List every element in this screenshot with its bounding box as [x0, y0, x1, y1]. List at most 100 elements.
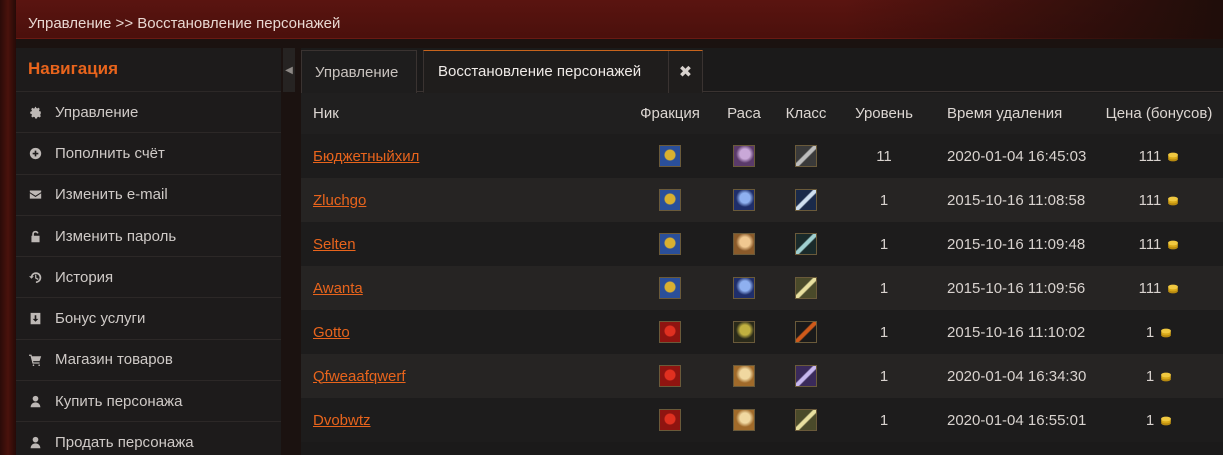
sidebar-item-topup[interactable]: Пополнить счёт	[16, 133, 281, 175]
sidebar-item-manage[interactable]: Управление	[16, 92, 281, 134]
cell-price: 111	[1095, 178, 1223, 222]
cell-race	[715, 134, 773, 178]
main-panel: Управление Восстановление персонажей ✖ Н…	[301, 48, 1223, 455]
cell-race	[715, 398, 773, 442]
cell-nick: Qfweaafqwerf	[301, 354, 625, 398]
death-knight-class-icon	[795, 321, 817, 343]
sidebar-item-shop[interactable]: Магазин товаров	[16, 340, 281, 382]
cell-deleted-time: 2015-10-16 11:08:58	[929, 178, 1095, 222]
draenei-male-race-icon	[733, 189, 755, 211]
sidebar-item-sell-character[interactable]: Продать персонажа	[16, 422, 281, 455]
sidebar-title: Навигация	[16, 48, 281, 92]
cell-level: 11	[839, 134, 929, 178]
draenei-male-race-icon	[733, 277, 755, 299]
blood-elf-female-race-icon	[733, 365, 755, 387]
alliance-faction-icon	[659, 145, 681, 167]
character-link[interactable]: Awanta	[313, 280, 363, 297]
cell-nick: Zluchgo	[301, 178, 625, 222]
cell-deleted-time: 2015-10-16 11:10:02	[929, 310, 1095, 354]
rogue-class-icon	[795, 189, 817, 211]
price-value: 1	[1145, 411, 1155, 429]
coins-icon	[1168, 284, 1179, 293]
coins-icon	[1168, 196, 1179, 205]
header-faction: Фракция	[625, 93, 715, 134]
cell-nick: Бюджетныйхил	[301, 134, 625, 178]
user-icon	[28, 394, 42, 408]
sidebar-item-history[interactable]: История	[16, 257, 281, 299]
close-tab-button[interactable]: ✖	[668, 51, 702, 93]
cell-deleted-time: 2015-10-16 11:09:56	[929, 266, 1095, 310]
header-level: Уровень	[839, 93, 929, 134]
table-row: Selten 1 2015-10-16 11:09:48 111	[301, 222, 1223, 266]
coins-icon	[1168, 152, 1179, 161]
sidebar-item-label: Управление	[55, 103, 139, 121]
cell-level: 1	[839, 178, 929, 222]
table-header-row: Ник Фракция Раса Класс Уровень Время уда…	[301, 93, 1223, 134]
cell-nick: Gotto	[301, 310, 625, 354]
sidebar-item-label: Пополнить счёт	[55, 144, 165, 162]
cell-faction	[625, 398, 715, 442]
unlock-icon	[28, 229, 42, 243]
plus-circle-icon	[28, 146, 42, 160]
cell-faction	[625, 266, 715, 310]
cell-class	[773, 354, 839, 398]
tab-label: Управление	[315, 63, 399, 81]
cell-deleted-time: 2015-10-16 11:09:48	[929, 222, 1095, 266]
sidebar-item-label: Изменить e-mail	[55, 186, 168, 204]
cell-deleted-time: 2020-01-04 16:55:01	[929, 398, 1095, 442]
sidebar-item-change-email[interactable]: Изменить e-mail	[16, 175, 281, 216]
character-link[interactable]: Zluchgo	[313, 192, 366, 209]
hunter-class-icon	[795, 233, 817, 255]
sidebar-item-label: Магазин товаров	[55, 351, 173, 369]
alliance-faction-icon	[659, 233, 681, 255]
header-deleted-time: Время удаления	[929, 93, 1095, 134]
cell-price: 1	[1095, 398, 1223, 442]
cell-price: 1	[1095, 310, 1223, 354]
cell-race	[715, 222, 773, 266]
header-nick: Ник	[301, 93, 625, 134]
characters-table: Ник Фракция Раса Класс Уровень Время уда…	[301, 93, 1223, 442]
cell-race	[715, 178, 773, 222]
horde-faction-icon	[659, 321, 681, 343]
header-price: Цена (бонусов)	[1095, 93, 1223, 134]
sidebar-item-label: Изменить пароль	[55, 227, 177, 245]
price-value: 1	[1145, 323, 1155, 341]
cell-class	[773, 310, 839, 354]
warrior-class-icon	[795, 145, 817, 167]
tab-character-restore[interactable]: Восстановление персонажей ✖	[423, 50, 703, 93]
sidebar-item-label: Бонус услуги	[55, 310, 146, 328]
table-row: Dvobwtz 1 2020-01-04 16:55:01 1	[301, 398, 1223, 442]
decorative-edge	[0, 0, 16, 455]
character-link[interactable]: Qfweaafqwerf	[313, 368, 406, 385]
sidebar-item-bonus-services[interactable]: Бонус услуги	[16, 298, 281, 340]
character-link[interactable]: Бюджетныйхил	[313, 148, 419, 165]
sidebar-item-label: Купить персонажа	[55, 392, 183, 410]
character-link[interactable]: Selten	[313, 236, 356, 253]
cart-icon	[28, 353, 42, 367]
download-icon	[28, 312, 42, 326]
cell-level: 1	[839, 222, 929, 266]
paladin-class-icon	[795, 277, 817, 299]
character-link[interactable]: Gotto	[313, 324, 350, 341]
cell-faction	[625, 134, 715, 178]
sidebar-item-buy-character[interactable]: Купить персонажа	[16, 381, 281, 423]
cell-class	[773, 134, 839, 178]
alliance-faction-icon	[659, 189, 681, 211]
cell-class	[773, 178, 839, 222]
table-row: Gotto 1 2015-10-16 11:10:02 1	[301, 310, 1223, 354]
cell-nick: Dvobwtz	[301, 398, 625, 442]
alliance-faction-icon	[659, 277, 681, 299]
cell-class	[773, 222, 839, 266]
sidebar-item-change-password[interactable]: Изменить пароль	[16, 216, 281, 258]
blood-elf-female-race-icon	[733, 409, 755, 431]
tab-manage[interactable]: Управление	[301, 50, 417, 93]
cell-race	[715, 354, 773, 398]
chevron-left-icon: ◀	[285, 64, 293, 76]
horde-faction-icon	[659, 365, 681, 387]
sidebar-collapse-handle[interactable]: ◀	[283, 48, 295, 92]
cell-level: 1	[839, 398, 929, 442]
undead-male-race-icon	[733, 321, 755, 343]
human-female-race-icon	[733, 233, 755, 255]
character-link[interactable]: Dvobwtz	[313, 412, 371, 429]
cell-price: 111	[1095, 266, 1223, 310]
